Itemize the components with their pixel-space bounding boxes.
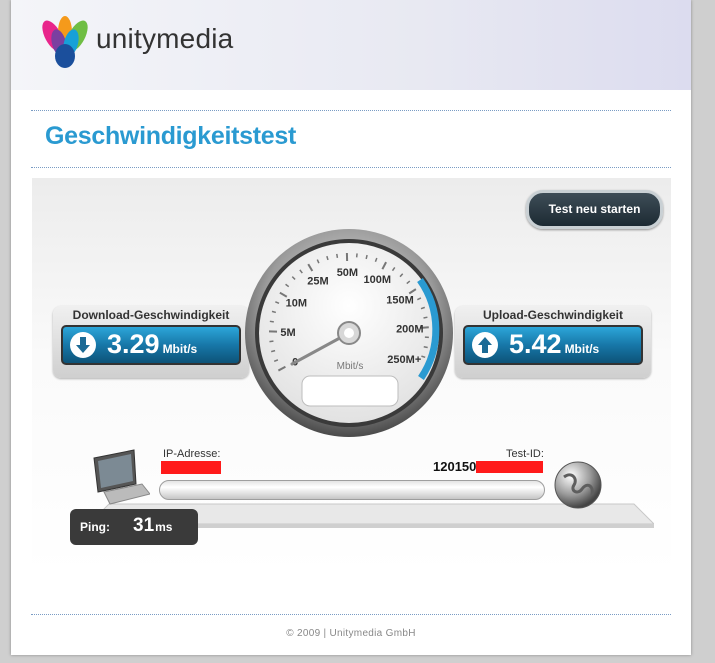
download-speed-value: 3.29: [107, 329, 160, 359]
gauge-tick-label: 25M: [307, 276, 328, 288]
test-id-label: Test-ID:: [506, 448, 544, 460]
gauge-tick-label: 100M: [364, 274, 392, 286]
download-panel: Download-Geschwindigkeit 3.29 Mbit/s: [53, 306, 249, 378]
download-speed: 3.29 Mbit/s: [107, 329, 197, 360]
speedtest-panel: Test neu starten Download-Geschwindigkei…: [32, 178, 671, 576]
gauge-tick-mark: [423, 346, 428, 349]
gauge-tick-mark: [269, 320, 274, 323]
upload-speed-value: 5.42: [509, 329, 562, 359]
gauge-unit-label: Mbit/s: [337, 361, 364, 372]
divider: [31, 167, 671, 168]
restart-test-button[interactable]: Test neu starten: [526, 190, 663, 229]
page-title: Geschwindigkeitstest: [45, 122, 297, 150]
divider: [31, 614, 671, 615]
ping-unit: ms: [155, 520, 173, 534]
header: unitymedia: [11, 0, 691, 90]
download-speed-unit: Mbit/s: [162, 342, 198, 356]
ping-label: Ping:: [80, 520, 110, 534]
upload-speed: 5.42 Mbit/s: [509, 329, 599, 360]
download-value-box: 3.29 Mbit/s: [61, 325, 241, 365]
download-label: Download-Geschwindigkeit: [72, 308, 230, 322]
gauge-tick-mark: [271, 349, 276, 353]
gauge-display: [301, 375, 399, 407]
gauge-hub-center: [344, 328, 354, 338]
gauge-tick-mark: [365, 254, 368, 260]
logo-text: unitymedia: [96, 23, 234, 54]
ip-address-label: IP-Adresse:: [163, 448, 221, 460]
unitymedia-logo-icon: [42, 16, 88, 68]
gauge-tick-label: 50M: [337, 267, 358, 279]
globe-icon: [554, 461, 602, 509]
ping-value-wrap: 31ms: [133, 515, 172, 537]
gauge-tick-mark: [336, 253, 339, 259]
gauge-tick-label: 10M: [286, 297, 307, 309]
gauge-tick-label: 5M: [280, 327, 295, 339]
gauge-tick-label: 200M: [396, 324, 424, 336]
connection-line: [159, 480, 545, 500]
speed-gauge: 05M10M25M50M100M150M200M250M+ Mbit/s: [245, 229, 453, 437]
gauge-tick-mark: [271, 310, 277, 314]
gauge-tick-mark: [423, 316, 428, 319]
test-id-value: 120150: [433, 459, 477, 474]
arrow-down-icon: [70, 332, 96, 358]
upload-label: Upload-Geschwindigkeit: [482, 308, 623, 322]
ip-address-redacted: [161, 461, 221, 474]
arrow-up-icon: [472, 332, 498, 358]
footer-copyright: © 2009 | Unitymedia GmbH: [286, 628, 416, 639]
upload-speed-unit: Mbit/s: [564, 342, 600, 356]
gauge-tick-mark: [326, 255, 329, 261]
divider: [31, 110, 671, 111]
computer-icon: [93, 449, 150, 505]
page: unitymedia Geschwindigkeitstest Test neu…: [11, 0, 691, 655]
gauge-tick-label: 150M: [386, 295, 414, 307]
test-id-redacted: [476, 461, 543, 473]
ping-box: Ping: 31ms: [70, 509, 198, 545]
upload-value-box: 5.42 Mbit/s: [463, 325, 643, 365]
gauge-tick-label: 250M+: [387, 354, 421, 366]
upload-panel: Upload-Geschwindigkeit 5.42 Mbit/s: [455, 306, 651, 378]
ping-value: 31: [133, 515, 155, 536]
